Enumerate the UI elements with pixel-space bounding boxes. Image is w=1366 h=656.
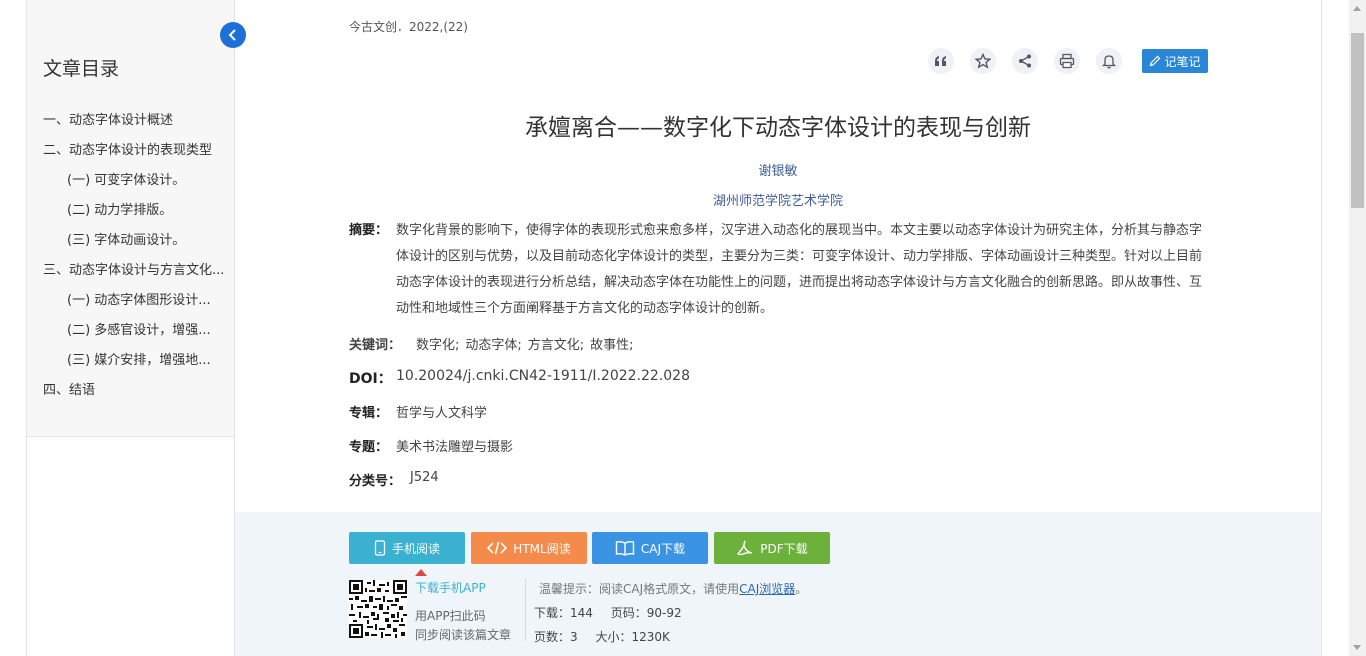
keywords-row: 关键词： 数字化; 动态字体; 方言文化; 故事性; xyxy=(349,334,640,353)
topic-value: 美术书法雕塑与摄影 xyxy=(396,440,514,455)
topic-row: 专题： 美术书法雕塑与摄影 xyxy=(349,436,513,455)
doi-label: DOI： xyxy=(349,371,392,387)
abstract-row: 摘要： 数字化背景的影响下，使得字体的表现形式愈来愈多样，汉字进入动态化的展现当… xyxy=(349,218,1207,322)
toc-list: 一、动态字体设计概述 二、动态字体设计的表现类型 (一) 可变字体设计。 (二)… xyxy=(43,109,229,409)
toc-title: 文章目录 xyxy=(43,58,120,80)
article-toolbar: 记笔记 xyxy=(928,48,1208,74)
file-size: 大小：1230K xyxy=(595,630,670,644)
caj-download-label: CAJ下载 xyxy=(640,541,686,556)
chevron-left-icon xyxy=(228,29,236,41)
abstract-text: 数字化背景的影响下，使得字体的表现形式愈来愈多样，汉字进入动态化的展现当中。本文… xyxy=(396,223,1203,316)
toc-item[interactable]: (一) 可变字体设计。 xyxy=(43,169,229,199)
print-icon xyxy=(1059,53,1075,69)
page-count: 页数：3 xyxy=(534,630,578,644)
scrollbar-thumb[interactable] xyxy=(1351,33,1364,208)
scan-hint-line1: 用APP扫此码 xyxy=(415,609,486,623)
pdf-icon xyxy=(737,540,753,556)
series-row: 专辑： 哲学与人文科学 xyxy=(349,402,487,421)
quote-button[interactable] xyxy=(928,48,954,74)
article-title: 承嬗离合——数字化下动态字体设计的表现与创新 xyxy=(525,115,1031,141)
caj-download-button[interactable]: CAJ下载 xyxy=(592,532,708,564)
download-count: 下载：144 xyxy=(534,606,593,620)
toc-sidebar: 文章目录 一、动态字体设计概述 二、动态字体设计的表现类型 (一) 可变字体设计… xyxy=(27,0,235,437)
subscribe-button[interactable] xyxy=(1096,48,1122,74)
phone-icon xyxy=(374,540,386,556)
toc-item[interactable]: (二) 多感官设计，增强... xyxy=(43,319,229,349)
sidebar-empty-area xyxy=(27,437,235,656)
toc-item[interactable]: 一、动态字体设计概述 xyxy=(43,109,229,139)
bell-icon xyxy=(1101,55,1117,69)
qr-code-icon xyxy=(349,580,407,638)
caj-viewer-link[interactable]: CAJ浏览器 xyxy=(739,582,795,596)
toc-item[interactable]: (二) 动力学排版。 xyxy=(43,199,229,229)
pdf-download-button[interactable]: PDF下载 xyxy=(714,532,830,564)
share-icon xyxy=(1019,54,1031,68)
code-icon xyxy=(487,541,508,555)
stats-line1: 下载：144 页码：90-92 xyxy=(534,604,696,621)
keywords-label: 关键词： xyxy=(349,338,402,353)
series-value: 哲学与人文科学 xyxy=(396,406,488,421)
keyword-link[interactable]: 数字化; xyxy=(416,334,459,353)
abstract-label: 摘要： xyxy=(349,223,389,238)
class-value: J524 xyxy=(410,470,439,485)
book-icon xyxy=(615,540,635,556)
class-row: 分类号： J524 xyxy=(349,470,439,489)
take-note-label: 记笔记 xyxy=(1164,54,1201,69)
caj-tip: 温馨提示：阅读CAJ格式原文，请使用CAJ浏览器。 xyxy=(539,580,807,597)
print-button[interactable] xyxy=(1054,48,1080,74)
download-app-link[interactable]: 下载手机APP xyxy=(415,579,486,596)
institution-link[interactable]: 湖州师范学院艺术学院 xyxy=(349,190,1207,209)
scroll-up-icon[interactable] xyxy=(1353,6,1361,11)
toc-item[interactable]: (三) 媒介安排，增强地... xyxy=(43,349,229,379)
mobile-read-button[interactable]: 手机阅读 xyxy=(349,532,465,564)
active-indicator-arrow xyxy=(415,569,427,576)
author-link[interactable]: 谢银敏 xyxy=(349,160,1207,179)
stats-line2: 页数：3 大小：1230K xyxy=(534,628,684,645)
doi-row: DOI： 10.20024/j.cnki.CN42-1911/I.2022.22… xyxy=(349,368,690,388)
caj-tip-suffix: 。 xyxy=(795,582,808,596)
series-label: 专辑： xyxy=(349,406,389,421)
scroll-down-icon[interactable] xyxy=(1353,645,1361,650)
html-read-button[interactable]: HTML阅读 xyxy=(471,532,587,564)
caj-tip-text: 温馨提示：阅读CAJ格式原文，请使用 xyxy=(539,582,740,596)
keyword-link[interactable]: 方言文化; xyxy=(528,334,584,353)
star-icon xyxy=(975,53,991,69)
topic-label: 专题： xyxy=(349,440,389,455)
toc-item[interactable]: 二、动态字体设计的表现类型 xyxy=(43,139,229,169)
class-label: 分类号： xyxy=(349,474,402,489)
toc-item[interactable]: 三、动态字体设计与方言文化... xyxy=(43,259,229,289)
toc-item[interactable]: (三) 字体动画设计。 xyxy=(43,229,229,259)
doi-value: 10.20024/j.cnki.CN42-1911/I.2022.22.028 xyxy=(396,368,690,384)
mobile-read-label: 手机阅读 xyxy=(391,541,440,556)
scan-hint-line2: 同步阅读该篇文章 xyxy=(415,628,512,642)
html-read-label: HTML阅读 xyxy=(513,541,571,556)
page-range: 页码：90-92 xyxy=(610,606,682,620)
toc-item[interactable]: 四、结语 xyxy=(43,379,229,409)
collapse-sidebar-button[interactable] xyxy=(220,22,246,48)
take-note-button[interactable]: 记笔记 xyxy=(1142,49,1208,73)
pencil-icon xyxy=(1150,55,1161,67)
keyword-link[interactable]: 动态字体; xyxy=(465,334,521,353)
pdf-download-label: PDF下载 xyxy=(760,541,808,556)
favorite-button[interactable] xyxy=(970,48,996,74)
toc-item[interactable]: (一) 动态字体图形设计... xyxy=(43,289,229,319)
journal-source[interactable]: 今古文创．2022,(22) xyxy=(349,18,468,35)
divider xyxy=(525,579,526,641)
quote-icon xyxy=(935,56,946,66)
keyword-link[interactable]: 故事性; xyxy=(590,334,633,353)
share-button[interactable] xyxy=(1012,48,1038,74)
